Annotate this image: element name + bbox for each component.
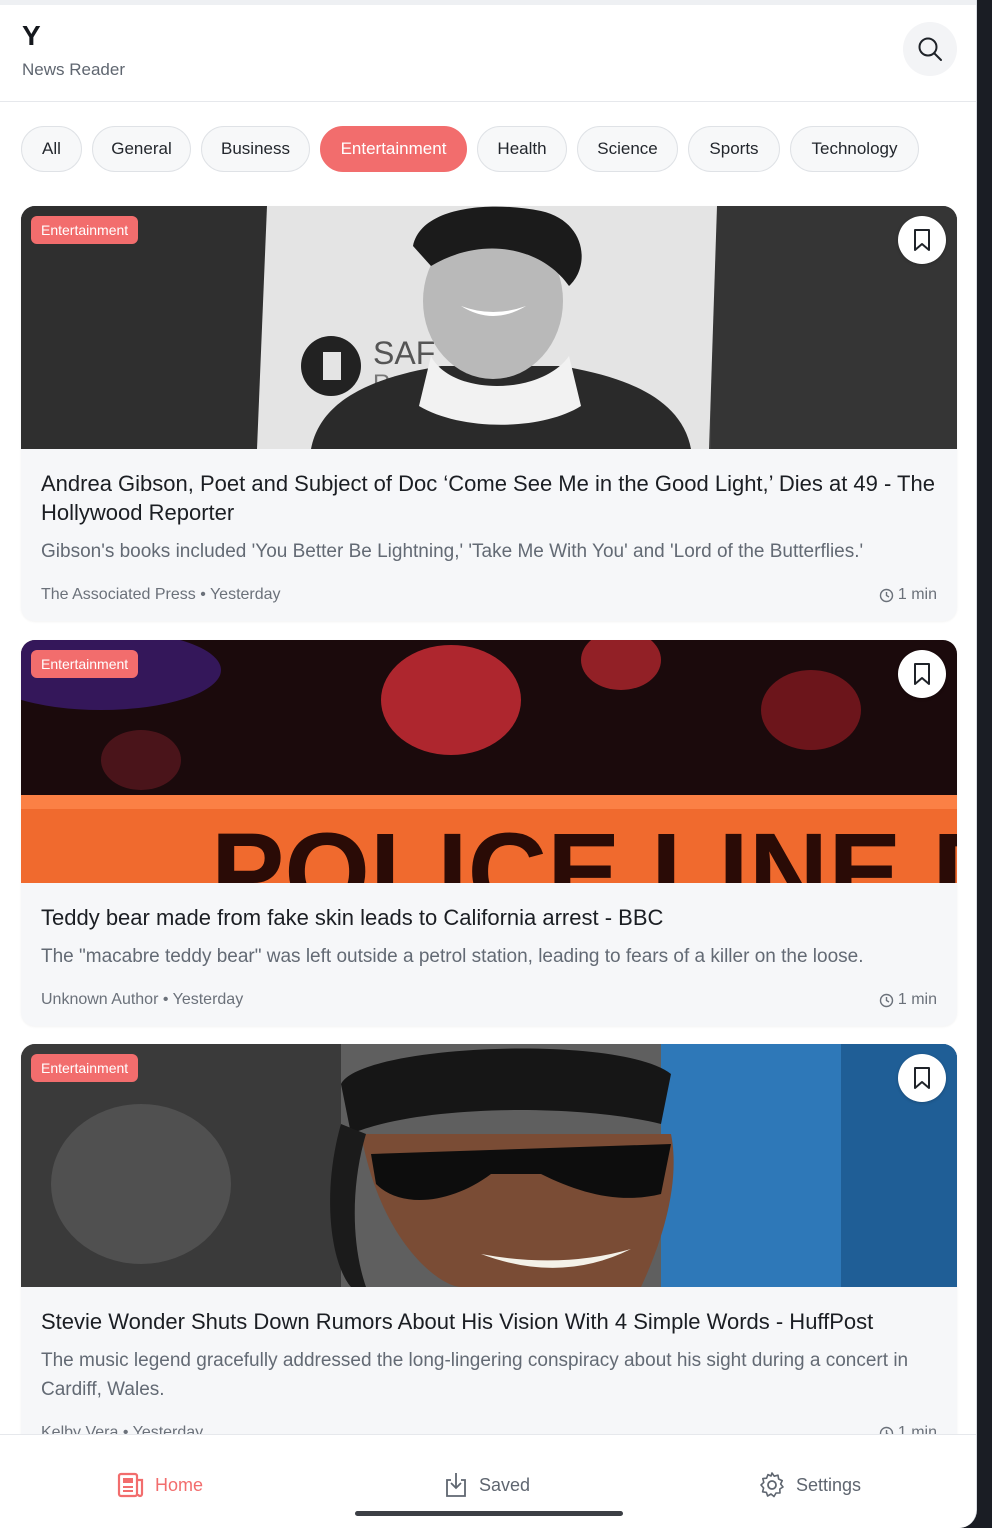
read-time-label: 1 min: [897, 586, 937, 603]
bookmark-button[interactable]: [898, 1054, 946, 1102]
nav-home-label: Home: [155, 1474, 204, 1495]
article-description: The "macabre teddy bear" was left outsid…: [41, 946, 864, 967]
nav-home[interactable]: Home: [117, 1470, 203, 1500]
category-filter-bar: All General Business Entertainment Healt…: [21, 126, 929, 172]
article-card[interactable]: POLICE LINE DO Entertainment Teddy bear …: [21, 640, 957, 1026]
article-meta: The Associated Press • Yesterday 1 min: [41, 586, 937, 610]
nav-saved-label: Saved: [479, 1474, 531, 1495]
bookmark-icon: [914, 1067, 930, 1089]
nav-saved[interactable]: Saved: [443, 1470, 530, 1500]
article-card[interactable]: Entertainment Stevie Wonder Shuts Down R…: [21, 1044, 957, 1464]
bookmark-icon: [914, 663, 930, 685]
portrait-photo: SAF R: [21, 206, 957, 449]
search-icon: [918, 37, 942, 61]
chip-general[interactable]: General: [92, 126, 191, 172]
police-tape-photo: POLICE LINE DO: [21, 640, 957, 883]
nav-settings-label: Settings: [796, 1474, 862, 1495]
bookmark-icon: [914, 229, 930, 251]
article-title[interactable]: Stevie Wonder Shuts Down Rumors About Hi…: [41, 1307, 937, 1336]
search-button[interactable]: [903, 22, 957, 76]
read-time-label: 1 min: [897, 991, 937, 1008]
backdrop-logo-text: SAF: [373, 335, 435, 371]
article-card[interactable]: SAF R Entertainment Andrea Gibson, Poet …: [21, 206, 957, 621]
article-title[interactable]: Andrea Gibson, Poet and Subject of Doc ‘…: [41, 469, 937, 527]
article-title[interactable]: Teddy bear made from fake skin leads to …: [41, 903, 937, 932]
nav-settings[interactable]: Settings: [758, 1470, 861, 1500]
read-time: 1 min: [879, 991, 937, 1009]
app-logo: Y: [22, 20, 41, 51]
chip-technology[interactable]: Technology: [790, 126, 919, 172]
chip-sports[interactable]: Sports: [688, 126, 780, 172]
category-badge: Entertainment: [31, 216, 139, 244]
chip-science[interactable]: Science: [577, 126, 678, 172]
clock-icon: [879, 993, 894, 1007]
article-source: Unknown Author: [41, 991, 159, 1008]
meta-separator: •: [162, 991, 169, 1008]
article-image: SAF R Entertainment: [21, 206, 957, 449]
article-description: Gibson's books included 'You Better Be L…: [41, 541, 864, 562]
download-tray-icon: [446, 1473, 466, 1497]
app-subtitle: News Reader: [22, 60, 125, 79]
article-source-time: The Associated Press • Yesterday: [41, 586, 281, 604]
article-description: The music legend gracefully addressed th…: [41, 1350, 909, 1400]
home-indicator: [355, 1511, 623, 1516]
chip-health[interactable]: Health: [477, 126, 567, 172]
chip-business[interactable]: Business: [201, 126, 310, 172]
newspaper-icon: [117, 1472, 144, 1498]
meta-separator: •: [200, 586, 206, 603]
bookmark-button[interactable]: [898, 216, 946, 264]
app-window: Y News Reader All General Business Enter…: [0, 0, 977, 1528]
article-image: POLICE LINE DO Entertainment: [21, 640, 957, 883]
category-badge: Entertainment: [31, 1054, 139, 1082]
chip-all[interactable]: All: [21, 126, 82, 172]
police-tape-text: POLICE LINE DO: [211, 811, 957, 883]
clock-icon: [879, 588, 894, 602]
portrait-photo: [21, 1044, 957, 1287]
article-source: The Associated Press: [41, 586, 196, 603]
bookmark-button[interactable]: [898, 650, 946, 698]
article-source-time: Unknown Author • Yesterday: [41, 991, 243, 1009]
article-image: Entertainment: [21, 1044, 957, 1287]
chip-entertainment[interactable]: Entertainment: [320, 126, 467, 172]
app-header: Y News Reader: [0, 5, 976, 102]
read-time: 1 min: [879, 586, 937, 604]
article-time: Yesterday: [209, 586, 281, 603]
article-time: Yesterday: [172, 991, 244, 1008]
bottom-navigation: Home Saved Settings: [0, 1434, 976, 1528]
gear-icon: [760, 1472, 784, 1498]
article-meta: Unknown Author • Yesterday 1 min: [41, 991, 937, 1015]
category-badge: Entertainment: [31, 650, 139, 678]
